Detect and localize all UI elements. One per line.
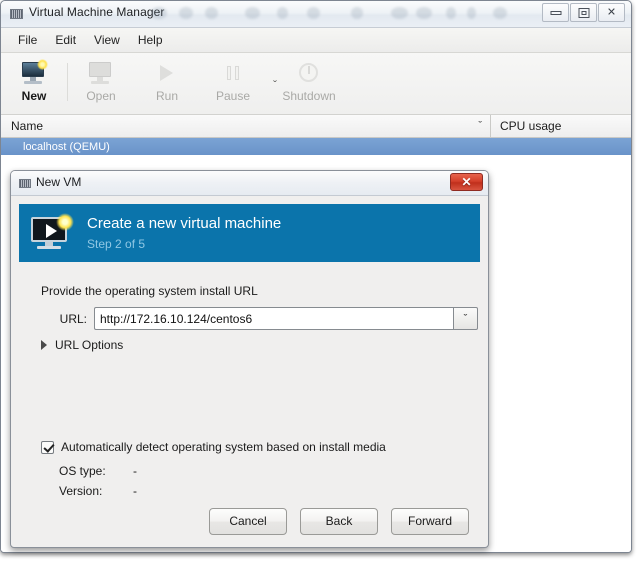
cancel-button[interactable]: Cancel [209, 507, 287, 535]
vm-name-label: localhost (QEMU) [23, 140, 110, 153]
menu-edit[interactable]: Edit [46, 30, 85, 50]
menu-view[interactable]: View [85, 30, 129, 50]
install-url-section-label: Provide the operating system install URL [41, 284, 258, 298]
pause-label: Pause [215, 89, 251, 103]
minimize-button[interactable] [542, 3, 569, 22]
menubar: File Edit View Help [1, 28, 631, 53]
titlebar-decoration [351, 7, 363, 19]
new-vm-dialog: New VM ✕ Create a new virtual machine St… [10, 170, 489, 548]
titlebar-decoration [205, 7, 218, 19]
dialog-app-icon [19, 179, 31, 188]
url-field-row: URL: http://172.16.10.124/centos6 ˇ [41, 307, 478, 330]
back-button[interactable]: Back [300, 507, 378, 535]
titlebar-decoration [416, 7, 432, 19]
autodetect-os-checkbox[interactable] [41, 440, 54, 454]
column-header-cpu-usage[interactable]: CPU usage [491, 115, 631, 137]
open-icon [88, 61, 114, 85]
dialog-banner: Create a new virtual machine Step 2 of 5 [19, 204, 480, 262]
forward-button[interactable]: Forward [391, 507, 469, 535]
minimize-icon [550, 11, 561, 16]
open-label: Open [86, 89, 116, 103]
autodetect-os-label: Automatically detect operating system ba… [61, 440, 386, 454]
dialog-close-button[interactable]: ✕ [450, 173, 483, 191]
dialog-footer: Cancel Back Forward [11, 495, 488, 547]
os-type-row: OS type: - [59, 464, 137, 478]
new-vm-label: New [21, 89, 47, 103]
menu-file[interactable]: File [9, 30, 46, 50]
pause-button[interactable]: Pause [200, 57, 266, 103]
close-icon: ✕ [461, 175, 472, 189]
chevron-right-icon [41, 340, 47, 350]
create-vm-icon [29, 213, 75, 253]
app-icon [10, 9, 23, 19]
maximize-button[interactable] [570, 3, 597, 22]
window-title: Virtual Machine Manager [29, 5, 165, 19]
titlebar-decoration [467, 7, 476, 19]
close-icon: ✕ [606, 6, 617, 18]
titlebar-decoration [245, 7, 260, 19]
window-controls: ✕ [541, 3, 625, 22]
shutdown-button[interactable]: Shutdown [266, 57, 352, 103]
column-header-name[interactable]: Name ˇ [1, 115, 491, 137]
column-header-name-label: Name [11, 119, 44, 133]
titlebar-decoration [179, 7, 193, 19]
url-combobox[interactable]: http://172.16.10.124/centos6 ˇ [94, 307, 478, 330]
titlebar-decoration [446, 7, 456, 19]
url-options-label: URL Options [55, 338, 124, 352]
shutdown-label: Shutdown [282, 89, 336, 103]
titlebar-decoration [307, 7, 320, 19]
run-button[interactable]: Run [134, 57, 200, 103]
toolbar-overflow-chevron-down-icon[interactable]: ˇ [273, 78, 277, 92]
sort-chevron-down-icon: ˇ [478, 120, 482, 132]
dialog-heading: Create a new virtual machine [87, 215, 282, 232]
dialog-step-label: Step 2 of 5 [87, 237, 146, 251]
chevron-down-icon: ˇ [463, 312, 468, 325]
screen: Virtual Machine Manager ✕ File Edit View… [0, 0, 640, 562]
list-column-header: Name ˇ CPU usage [1, 115, 631, 138]
autodetect-os-row[interactable]: Automatically detect operating system ba… [41, 440, 386, 454]
menu-help[interactable]: Help [129, 30, 172, 50]
titlebar-decoration [391, 7, 408, 19]
list-item[interactable]: localhost (QEMU) [1, 138, 631, 155]
url-input[interactable]: http://172.16.10.124/centos6 [94, 307, 453, 330]
toolbar: New Open Run Pause Shutdown ˇ [1, 53, 631, 115]
url-options-expander[interactable]: URL Options [41, 338, 123, 352]
shutdown-icon [296, 61, 322, 85]
titlebar-decoration [277, 7, 288, 19]
pause-icon [220, 61, 246, 85]
column-header-cpu-usage-label: CPU usage [500, 119, 562, 133]
url-dropdown-button[interactable]: ˇ [453, 307, 478, 330]
url-label: URL: [59, 311, 87, 326]
window-titlebar[interactable]: Virtual Machine Manager ✕ [1, 1, 631, 28]
os-type-label: OS type: [59, 464, 106, 478]
titlebar-decoration [493, 7, 507, 19]
new-vm-icon [21, 59, 48, 85]
open-button[interactable]: Open [68, 57, 134, 103]
run-label: Run [155, 89, 178, 103]
titlebar-decoration [151, 7, 167, 19]
dialog-title: New VM [36, 175, 82, 189]
os-type-value: - [133, 464, 137, 478]
new-vm-button[interactable]: New [1, 57, 67, 103]
dialog-body: Provide the operating system install URL… [19, 262, 480, 507]
dialog-titlebar[interactable]: New VM ✕ [11, 171, 488, 196]
close-button[interactable]: ✕ [598, 3, 625, 22]
run-icon [154, 61, 180, 85]
maximize-icon [578, 7, 589, 18]
